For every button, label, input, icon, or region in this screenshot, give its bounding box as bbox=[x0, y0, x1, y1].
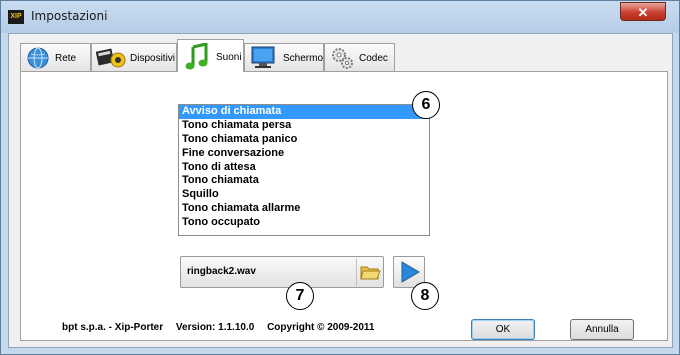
tab-dispositivi-label: Dispositivi bbox=[130, 53, 176, 64]
globe-icon bbox=[27, 47, 49, 69]
sound-file-field[interactable]: ringback2.wav bbox=[180, 256, 384, 288]
company-name: bpt s.p.a. - Xip-Porter bbox=[62, 322, 164, 333]
tab-codec-label: Codec bbox=[359, 53, 388, 64]
title-bar[interactable]: XIP Impostazioni ✕ bbox=[1, 1, 679, 33]
list-item[interactable]: Tono di attesa bbox=[179, 161, 429, 175]
tab-schermo[interactable]: Schermo bbox=[244, 43, 324, 71]
callout-8: 8 bbox=[411, 282, 439, 310]
app-icon: XIP bbox=[8, 10, 24, 24]
list-item[interactable]: Tono chiamata allarme bbox=[179, 202, 429, 216]
window-title: Impostazioni bbox=[31, 9, 108, 23]
monitor-icon bbox=[251, 46, 275, 68]
gears-icon bbox=[332, 48, 353, 69]
copyright-text: Copyright © 2009-2011 bbox=[267, 322, 375, 333]
cancel-button[interactable]: Annulla bbox=[570, 319, 634, 340]
list-item[interactable]: Tono occupato bbox=[179, 216, 429, 230]
sounds-listbox[interactable]: Avviso di chiamata Tono chiamata persa T… bbox=[178, 104, 430, 236]
list-item[interactable]: Fine conversazione bbox=[179, 147, 429, 161]
tab-suoni[interactable]: Suoni bbox=[177, 39, 244, 72]
devices-icon bbox=[96, 48, 126, 68]
browse-button[interactable] bbox=[356, 258, 383, 286]
ok-button[interactable]: OK bbox=[471, 319, 535, 340]
tab-codec[interactable]: Codec bbox=[324, 43, 395, 71]
close-button[interactable]: ✕ bbox=[620, 2, 666, 21]
callout-7: 7 bbox=[286, 282, 314, 310]
tab-dispositivi[interactable]: Dispositivi bbox=[91, 43, 177, 71]
tab-suoni-label: Suoni bbox=[216, 52, 242, 63]
tab-rete[interactable]: Rete bbox=[20, 43, 91, 71]
list-item[interactable]: Tono chiamata persa bbox=[179, 119, 429, 133]
tab-rete-label: Rete bbox=[55, 53, 77, 64]
callout-6: 6 bbox=[412, 91, 440, 119]
music-note-icon bbox=[185, 43, 208, 70]
tab-schermo-label: Schermo bbox=[283, 53, 324, 64]
sound-file-name: ringback2.wav bbox=[187, 266, 256, 277]
list-item[interactable]: Tono chiamata panico bbox=[179, 133, 429, 147]
list-item[interactable]: Tono chiamata bbox=[179, 174, 429, 188]
list-item-selected[interactable]: Avviso di chiamata bbox=[179, 105, 429, 119]
footer-info: bpt s.p.a. - Xip-Porter Version: 1.1.10.… bbox=[62, 322, 385, 333]
folder-icon bbox=[360, 266, 381, 280]
version-text: Version: 1.1.10.0 bbox=[175, 322, 255, 333]
list-item[interactable]: Squillo bbox=[179, 188, 429, 202]
